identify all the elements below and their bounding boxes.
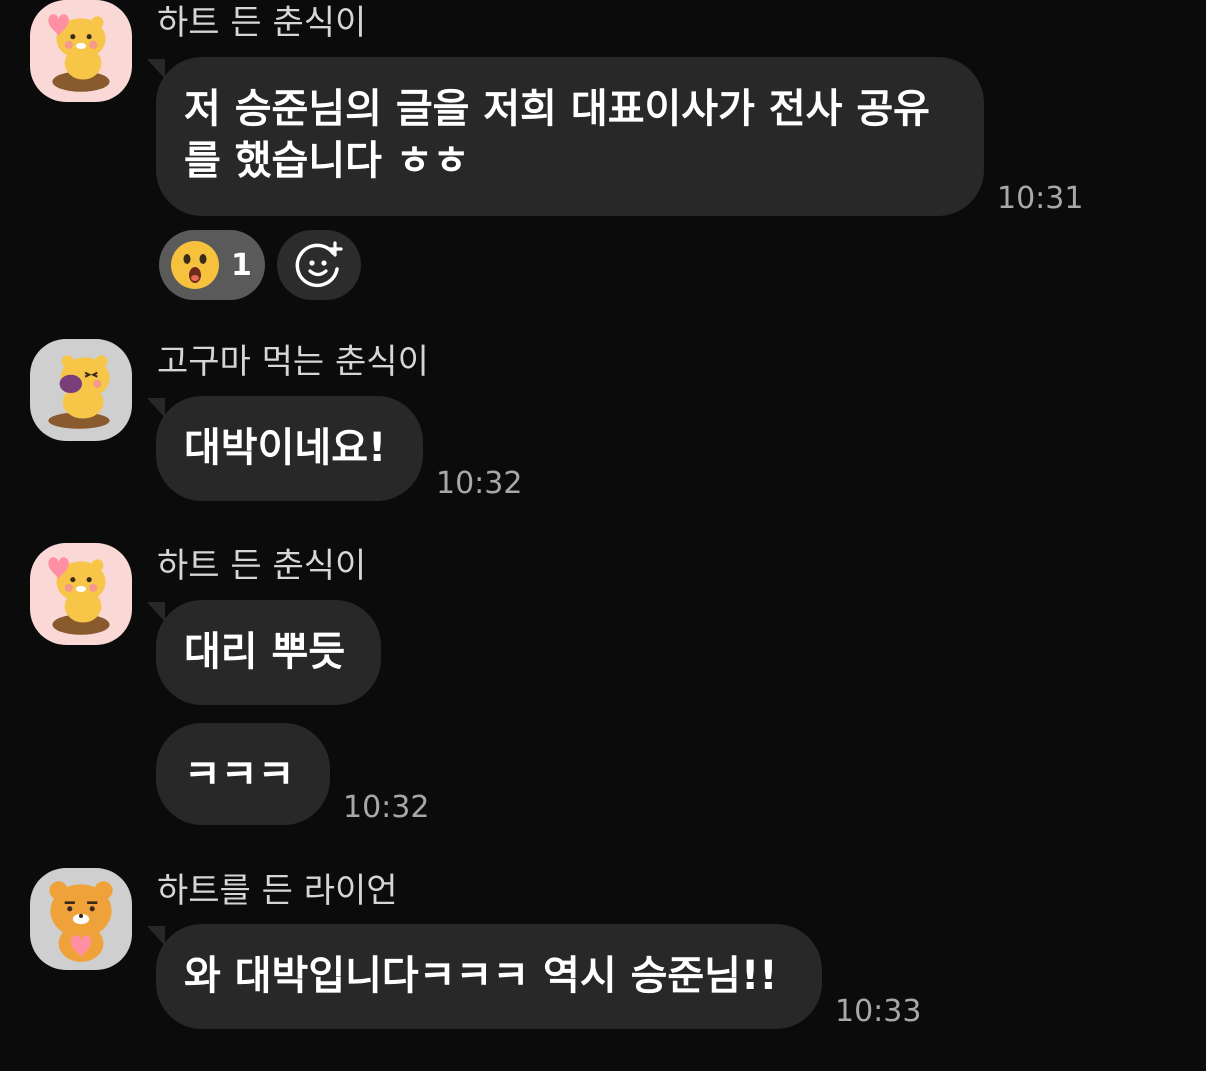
sender-name: 하트를 든 라이언 [157, 871, 398, 911]
message-text-line: 저 승준님의 글을 저희 대표이사가 전사 공유 [184, 86, 930, 132]
message-text-line: ㅋㅋㅋ [184, 752, 295, 798]
message-time: 10:33 [835, 994, 922, 1029]
heart-chunsik-avatar-icon[interactable] [30, 543, 132, 645]
add-emoji-icon [295, 241, 343, 288]
message-bubble[interactable]: 저 승준님의 글을 저희 대표이사가 전사 공유 를 했습니다 ㅎㅎ [147, 57, 984, 216]
message-time: 10:32 [343, 790, 430, 825]
message-time: 10:31 [997, 181, 1084, 216]
heart-ryan-avatar-icon[interactable] [30, 868, 132, 970]
sender-name: 하트 든 춘식이 [157, 546, 367, 586]
heart-chunsik-avatar-icon[interactable] [30, 0, 132, 102]
reaction-pill[interactable]: 1 [159, 230, 265, 300]
reaction-count: 1 [231, 247, 252, 283]
message-bubble[interactable]: 와 대박입니다ㅋㅋㅋ 역시 승준님!! [147, 924, 822, 1029]
message-time: 10:32 [436, 466, 523, 501]
surprised-face-icon [171, 241, 219, 289]
message-text-line: 와 대박입니다ㅋㅋㅋ 역시 승준님!! [184, 953, 778, 999]
chat-room: 하트 든 춘식이 저 승준님의 글을 저희 대표이사가 전사 공유 를 했습니다… [0, 0, 1206, 1071]
add-reaction-button[interactable] [277, 230, 361, 300]
sender-name: 고구마 먹는 춘식이 [157, 342, 429, 382]
sweet-potato-chunsik-avatar-icon[interactable] [30, 339, 132, 441]
sender-name: 하트 든 춘식이 [157, 3, 367, 43]
message-text-line: 를 했습니다 ㅎㅎ [184, 138, 470, 184]
message-bubble[interactable]: 대박이네요! [147, 396, 423, 501]
message-bubble[interactable]: ㅋㅋㅋ [156, 723, 330, 825]
message-bubble[interactable]: 대리 뿌듯 [147, 600, 381, 705]
message-text-line: 대박이네요! [184, 425, 387, 471]
message-text-line: 대리 뿌듯 [184, 629, 346, 675]
